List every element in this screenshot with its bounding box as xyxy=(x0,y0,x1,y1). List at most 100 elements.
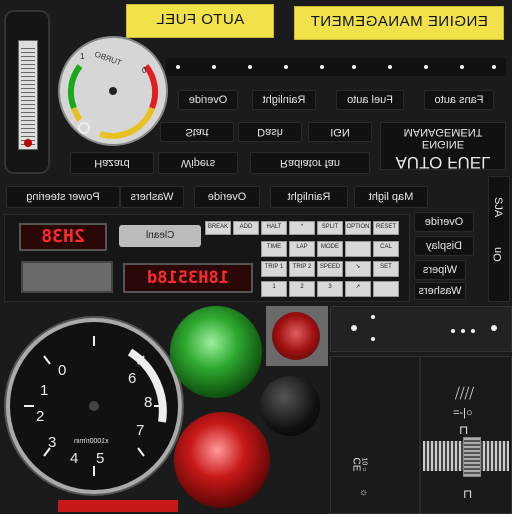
turbo-screw xyxy=(78,122,90,134)
screw-icon xyxy=(451,329,455,333)
logo-badge: Cleanl xyxy=(119,225,201,247)
keypad: BREAK ADD HALT * SPLIT OPTION RESET TIME… xyxy=(205,221,401,297)
screw-icon xyxy=(371,315,375,319)
screw-icon xyxy=(461,329,465,333)
indicator-dot xyxy=(320,65,324,69)
tacho-num-1: 1 xyxy=(40,382,49,399)
key-break[interactable]: BREAK xyxy=(205,221,231,235)
tacho-num-2: 2 xyxy=(36,408,45,425)
key-split[interactable]: SPLIT xyxy=(317,221,343,235)
side-button-display[interactable]: Display xyxy=(414,236,474,256)
tacho-num-7: 7 xyxy=(136,422,145,439)
tacho-num-3: 3 xyxy=(48,434,57,451)
key-halt[interactable]: HALT xyxy=(261,221,287,235)
grille-slider[interactable] xyxy=(463,437,481,477)
switch-rainlight-2[interactable]: Rainlight xyxy=(270,186,348,208)
switch-dash[interactable]: Dash xyxy=(238,122,302,142)
small-red-light-box xyxy=(266,306,328,366)
key-set[interactable]: SET xyxy=(373,261,399,277)
indicator-dot xyxy=(352,65,356,69)
indicator-dot xyxy=(212,65,216,69)
switch-radiator-fan[interactable]: Radiator fan xyxy=(250,152,370,174)
switch-power-steering[interactable]: Power steering xyxy=(6,186,120,208)
engine-management-label: ENGINE MANAGEMENT xyxy=(294,6,504,40)
auto-fuel-big-label: AUTO FUEL xyxy=(395,153,491,172)
small-red-light xyxy=(272,312,320,360)
key-cal[interactable]: CAL xyxy=(373,241,399,257)
switch-overide[interactable]: Overide xyxy=(178,90,238,110)
key-blank-2[interactable] xyxy=(373,281,399,297)
indicator-dot-strip xyxy=(166,58,506,76)
switch-washers[interactable]: Washers xyxy=(120,186,184,208)
black-light xyxy=(260,376,320,436)
key-1[interactable]: 1 xyxy=(261,281,287,297)
turbo-tick-1: 1 xyxy=(80,52,85,61)
side-label-sja: SJA xyxy=(492,197,504,218)
indicator-dot xyxy=(492,65,496,69)
switch-wipers[interactable]: Wipers xyxy=(158,152,238,174)
seat-icon: ⊓ xyxy=(459,423,469,437)
tacho-unit: x1000r/min xyxy=(74,438,109,445)
indicator-dot xyxy=(460,65,464,69)
small-text: 10 ○ xyxy=(360,457,368,472)
screw-icon xyxy=(371,337,375,341)
screw-icon xyxy=(491,325,497,331)
key-3[interactable]: 3 xyxy=(317,281,343,297)
switch-map-light[interactable]: Map light xyxy=(354,186,428,208)
switch-fans-auto[interactable]: Fans auto xyxy=(424,90,494,110)
key-lap[interactable]: LAP xyxy=(289,241,315,257)
engine-auto-fuel-box: ENGINE MANAGEMENT AUTO FUEL xyxy=(380,122,506,172)
turbo-gauge-arcs xyxy=(67,64,159,139)
switch-fuel-auto[interactable]: Fuel auto xyxy=(336,90,404,110)
grey-display xyxy=(21,261,113,293)
divider xyxy=(419,357,421,513)
key-time[interactable]: TIME xyxy=(261,241,287,257)
fan-icon: ⧸⧸⧸⧸ xyxy=(455,385,475,401)
key-option[interactable]: OPTION xyxy=(345,221,371,235)
side-button-wipers[interactable]: Wipers xyxy=(414,260,466,280)
key-2[interactable]: 2 xyxy=(289,281,315,297)
key-trip1[interactable]: TRIP 1 xyxy=(261,261,287,277)
tacho-num-0: 0 xyxy=(58,362,67,379)
switch-hazard[interactable]: Hazard xyxy=(70,152,154,174)
turbo-gauge: TURBO 1 0 xyxy=(58,36,168,146)
thermometer-panel xyxy=(4,10,50,174)
key-blank-1[interactable] xyxy=(345,241,371,257)
side-button-washers[interactable]: Washers xyxy=(414,282,466,300)
right-control-panel: ⧸⧸⧸⧸ =-|○ ⊓ CE 10 ○ ☼ ⊓ xyxy=(330,356,512,514)
tacho-num-5: 5 xyxy=(96,450,105,467)
key-arrow-2[interactable]: ➚ xyxy=(345,281,371,297)
green-warning-light xyxy=(170,306,262,398)
tachometer: 0 1 2 3 4 5 6 7 8 x1000r/min xyxy=(6,318,182,494)
tachometer-face xyxy=(24,336,167,476)
switch-ign[interactable]: IGN xyxy=(308,122,372,142)
indicator-dot xyxy=(424,65,428,69)
side-vertical-box: SJA On xyxy=(488,176,510,302)
tacho-num-8: 8 xyxy=(144,394,153,411)
indicator-dot xyxy=(248,65,252,69)
gear-indicator: =-|○ xyxy=(453,407,473,419)
indicator-dot xyxy=(176,65,180,69)
small-lcd-display: 2H38 xyxy=(19,223,107,251)
key-arrow-1[interactable]: ➘ xyxy=(345,261,371,277)
key-reset[interactable]: RESET xyxy=(373,221,399,235)
red-warning-light xyxy=(174,412,270,508)
switch-overide-2[interactable]: Overide xyxy=(194,186,260,208)
logo-text: Cleanl xyxy=(145,230,175,241)
key-speed[interactable]: SPEED xyxy=(317,261,343,277)
light-icon: ☼ xyxy=(359,487,369,498)
side-button-overide[interactable]: Overide xyxy=(414,212,474,232)
thermometer-scale xyxy=(21,45,35,145)
indicator-dot xyxy=(388,65,392,69)
switch-rainlight[interactable]: Rainlight xyxy=(252,90,316,110)
trip-computer-panel: 2H38 Cleanl 18H3518d BREAK ADD HALT * SP… xyxy=(4,214,410,302)
key-star[interactable]: * xyxy=(289,221,315,235)
red-strip xyxy=(58,500,178,512)
side-label-on: On xyxy=(492,247,504,262)
tacho-num-4: 4 xyxy=(70,450,79,467)
key-mode[interactable]: MODE xyxy=(317,241,343,257)
key-trip2[interactable]: TRIP 2 xyxy=(289,261,315,277)
switch-start[interactable]: Start xyxy=(160,122,234,142)
indicator-dot xyxy=(284,65,288,69)
key-add[interactable]: ADD xyxy=(233,221,259,235)
